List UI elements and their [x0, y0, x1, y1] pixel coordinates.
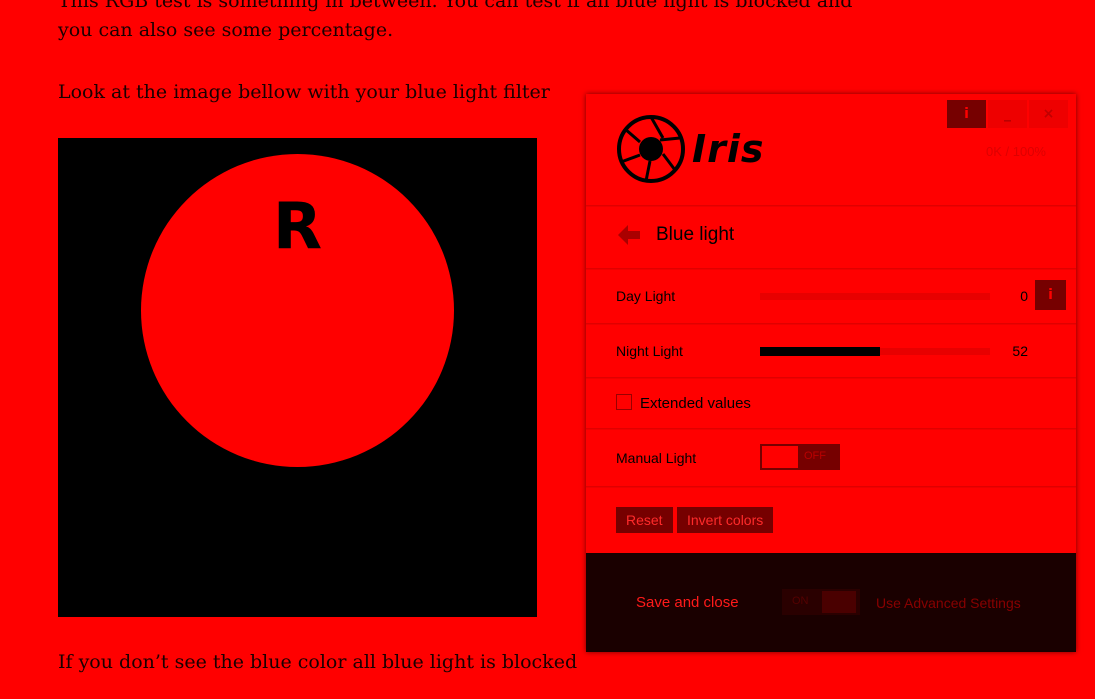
- back-arrow-icon[interactable]: [616, 222, 642, 248]
- manual-light-label: Manual Light: [616, 450, 697, 466]
- info-icon: i: [1048, 287, 1053, 303]
- divider: [586, 205, 1076, 207]
- close-button[interactable]: ×: [1029, 100, 1068, 128]
- info-icon: i: [964, 106, 969, 122]
- iris-app-window: i _ × Iris 0K / 100% Blue light Day Ligh…: [586, 94, 1076, 652]
- divider: [586, 323, 1076, 325]
- night-light-value: 52: [1012, 343, 1028, 359]
- section-title: Blue light: [656, 224, 735, 245]
- circle-letter: R: [272, 190, 323, 264]
- extended-values-checkbox[interactable]: [616, 394, 632, 410]
- intro-text: This RGB test is something in between. Y…: [58, 0, 853, 41]
- info-button[interactable]: i: [947, 100, 986, 128]
- intro-paragraph: This RGB test is something in between. Y…: [58, 0, 858, 45]
- rgb-test-image: R: [58, 138, 537, 617]
- day-light-label: Day Light: [616, 288, 676, 304]
- manual-light-toggle[interactable]: OFF: [760, 444, 840, 470]
- day-light-slider[interactable]: [760, 293, 990, 300]
- divider: [586, 428, 1076, 430]
- manual-light-state: OFF: [804, 450, 826, 462]
- panel-footer: Save and close ON Use Advanced Settings: [586, 553, 1076, 652]
- night-light-label: Night Light: [616, 343, 683, 359]
- day-light-info-button[interactable]: i: [1035, 280, 1066, 310]
- save-and-close-button[interactable]: Save and close: [636, 594, 739, 611]
- usage-readout: 0K / 100%: [986, 144, 1046, 159]
- minimize-button[interactable]: _: [988, 100, 1027, 128]
- advanced-settings-state: ON: [792, 595, 809, 607]
- invert-colors-button[interactable]: Invert colors: [677, 507, 774, 533]
- night-light-fill: [760, 347, 880, 356]
- minimize-icon: _: [1004, 106, 1011, 122]
- divider: [586, 268, 1076, 270]
- day-light-value: 0: [1020, 288, 1028, 304]
- toggle-knob: [762, 446, 798, 468]
- iris-logo: Iris: [616, 114, 765, 184]
- divider: [586, 486, 1076, 488]
- instruction-paragraph: Look at the image bellow with your blue …: [58, 81, 550, 103]
- extended-values-label: Extended values: [640, 395, 751, 412]
- close-icon: ×: [1042, 106, 1055, 122]
- reset-button[interactable]: Reset: [616, 507, 673, 533]
- aperture-icon: [617, 115, 685, 183]
- night-light-slider[interactable]: [760, 347, 990, 356]
- divider: [586, 377, 1076, 379]
- footnote-paragraph: If you don’t see the blue color all blue…: [58, 651, 578, 673]
- section-header: Blue light: [616, 222, 734, 248]
- advanced-settings-toggle[interactable]: ON: [782, 589, 860, 615]
- toggle-knob: [822, 591, 856, 613]
- red-circle: R: [141, 154, 454, 467]
- advanced-settings-label: Use Advanced Settings: [876, 595, 1021, 611]
- logo-text: Iris: [692, 127, 765, 171]
